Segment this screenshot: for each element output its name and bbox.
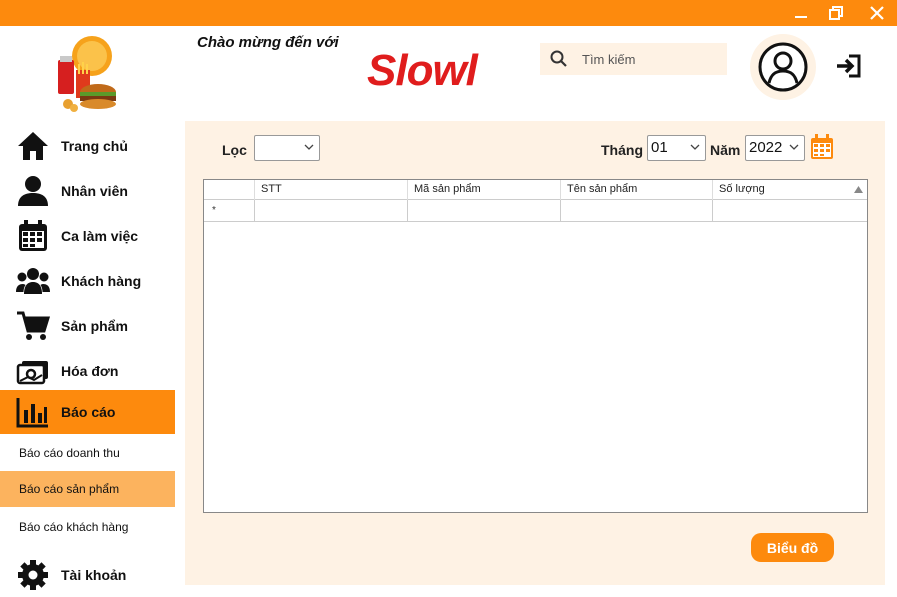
sort-arrow-icon xyxy=(854,186,863,193)
table-cell[interactable] xyxy=(408,200,561,222)
report-panel: Lọc Tháng 01 Năm 2022 STT Mã sản phẩm Tê… xyxy=(185,121,885,585)
nav-shifts-label: Ca làm việc xyxy=(61,228,139,244)
sub-product-report[interactable]: Báo cáo sản phẩm xyxy=(0,471,175,507)
column-header-quantity-label: Số lượng xyxy=(719,183,765,195)
nav-home[interactable]: Trang chủ xyxy=(0,124,175,168)
search-placeholder: Tìm kiếm xyxy=(582,52,636,67)
sub-customer-report[interactable]: Báo cáo khách hàng xyxy=(0,509,175,545)
column-header-quantity[interactable]: Số lượng xyxy=(713,180,867,200)
cart-icon xyxy=(17,311,50,340)
search-box[interactable]: Tìm kiếm xyxy=(540,43,727,75)
restaurant-logo xyxy=(48,34,120,114)
nav-invoices-label: Hóa đơn xyxy=(61,363,119,379)
year-select-value: 2022 xyxy=(749,139,783,156)
nav-products-label: Sản phẩm xyxy=(61,318,128,334)
new-row-marker: * xyxy=(204,200,255,222)
nav-account[interactable]: Tài khoản xyxy=(0,553,175,597)
nav-employees[interactable]: Nhân viên xyxy=(0,169,175,213)
column-header-stt[interactable]: STT xyxy=(255,180,408,200)
user-icon xyxy=(18,176,48,206)
search-icon xyxy=(550,50,567,67)
calendar-picker-icon[interactable] xyxy=(810,134,834,160)
nav-customers-label: Khách hàng xyxy=(61,273,142,289)
month-label: Tháng xyxy=(601,142,643,158)
nav-account-label: Tài khoản xyxy=(61,567,127,583)
restore-icon[interactable] xyxy=(821,0,851,26)
month-select[interactable]: 01 xyxy=(647,135,706,161)
brand-name: Slowl xyxy=(367,46,478,95)
filter-select[interactable] xyxy=(254,135,320,161)
logout-icon xyxy=(837,54,861,78)
bar-chart-icon xyxy=(16,398,48,428)
nav-reports-label: Báo cáo xyxy=(61,404,116,420)
minimize-icon[interactable] xyxy=(786,0,816,26)
gear-icon xyxy=(18,560,48,590)
sub-revenue-report[interactable]: Báo cáo doanh thu xyxy=(0,435,175,471)
table-cell[interactable] xyxy=(561,200,713,222)
table-header: STT Mã sản phẩm Tên sản phẩm Số lượng xyxy=(204,180,867,200)
money-icon xyxy=(16,361,48,385)
nav-invoices[interactable]: Hóa đơn xyxy=(0,349,175,393)
nav-customers[interactable]: Khách hàng xyxy=(0,259,175,303)
table-cell[interactable] xyxy=(713,200,867,222)
year-select[interactable]: 2022 xyxy=(745,135,805,161)
avatar[interactable] xyxy=(750,34,816,100)
nav-employees-label: Nhân viên xyxy=(61,183,128,199)
table-cell[interactable] xyxy=(255,200,408,222)
chevron-down-icon xyxy=(304,144,314,150)
group-icon xyxy=(16,268,50,294)
home-icon xyxy=(18,132,48,160)
sub-customer-report-label: Báo cáo khách hàng xyxy=(19,520,129,534)
nav-home-label: Trang chủ xyxy=(61,138,128,154)
chevron-down-icon xyxy=(690,144,700,150)
nav-shifts[interactable]: Ca làm việc xyxy=(0,214,175,258)
user-avatar-icon xyxy=(758,42,808,92)
sub-revenue-report-label: Báo cáo doanh thu xyxy=(19,446,120,460)
column-header-product-name[interactable]: Tên sản phẩm xyxy=(561,180,713,200)
chevron-down-icon xyxy=(789,144,799,150)
nav-reports[interactable]: Báo cáo xyxy=(0,390,175,434)
row-header-corner xyxy=(204,180,255,200)
filter-label: Lọc xyxy=(222,142,247,158)
calendar-icon xyxy=(19,220,47,251)
table-row[interactable]: * xyxy=(204,200,867,222)
year-label: Năm xyxy=(710,142,741,158)
sidebar: Trang chủ Nhân viên Ca làm việc Khách hà… xyxy=(0,26,175,593)
sub-product-report-label: Báo cáo sản phẩm xyxy=(19,482,120,496)
logout-button[interactable] xyxy=(835,52,863,80)
month-select-value: 01 xyxy=(651,139,668,156)
header: Chào mừng đến với Slowl Tìm kiếm xyxy=(175,26,897,121)
chart-button[interactable]: Biểu đồ xyxy=(751,533,834,562)
product-report-table[interactable]: STT Mã sản phẩm Tên sản phẩm Số lượng * xyxy=(203,179,868,513)
close-icon[interactable] xyxy=(862,0,892,26)
nav-products[interactable]: Sản phẩm xyxy=(0,304,175,348)
column-header-product-code[interactable]: Mã sản phẩm xyxy=(408,180,561,200)
welcome-text: Chào mừng đến với xyxy=(197,34,339,51)
title-bar xyxy=(0,0,897,26)
